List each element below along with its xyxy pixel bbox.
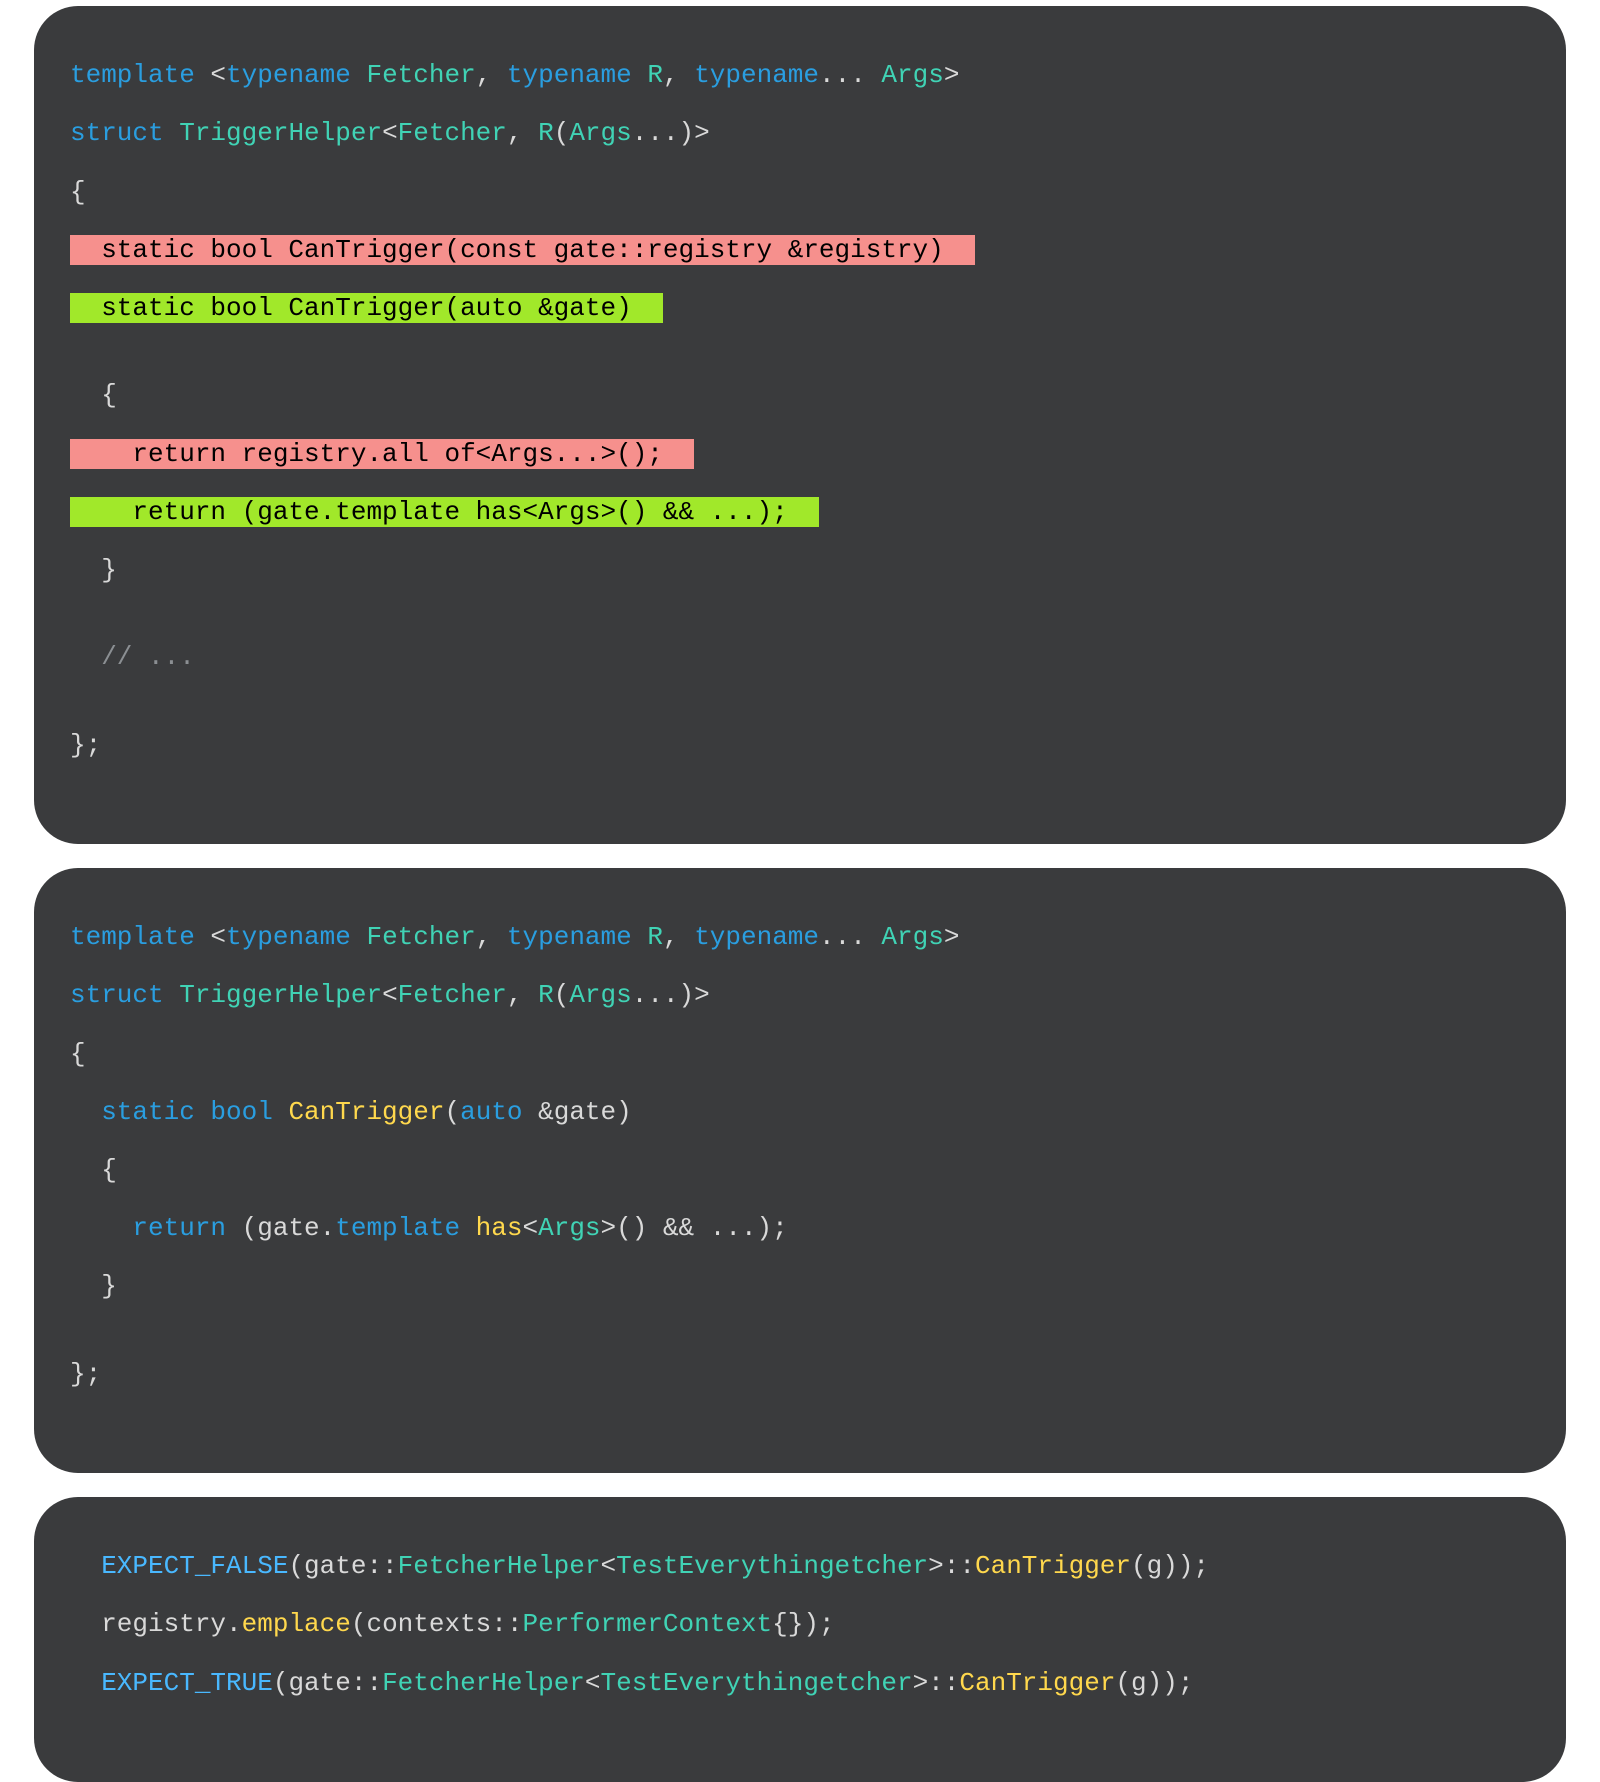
code-line: } (70, 1272, 1530, 1301)
code-panel-diff: template <typename Fetcher, typename R, … (34, 6, 1566, 844)
code-line: { (70, 1040, 1530, 1069)
code-line: { (70, 381, 1530, 410)
code-line: { (70, 1156, 1530, 1185)
code-line: EXPECT_TRUE(gate::FetcherHelper<TestEver… (70, 1669, 1530, 1698)
code-line: } (70, 556, 1530, 585)
code-line: }; (70, 731, 1530, 760)
code-line: template <typename Fetcher, typename R, … (70, 923, 1530, 952)
diff-removed-line: static bool CanTrigger(const gate::regis… (70, 236, 1530, 265)
code-line: EXPECT_FALSE(gate::FetcherHelper<TestEve… (70, 1552, 1530, 1581)
code-line: return (gate.template has<Args>() && ...… (70, 1214, 1530, 1243)
diff-added-line: static bool CanTrigger(auto &gate) (70, 294, 1530, 323)
diff-removed-line: return registry.all of<Args...>(); (70, 440, 1530, 469)
page-root: template <typename Fetcher, typename R, … (0, 0, 1600, 968)
code-panel-resolved: template <typename Fetcher, typename R, … (34, 868, 1566, 1473)
code-line: struct TriggerHelper<Fetcher, R(Args...)… (70, 981, 1530, 1010)
code-line: registry.emplace(contexts::PerformerCont… (70, 1610, 1530, 1639)
code-line: }; (70, 1360, 1530, 1389)
diff-added-line: return (gate.template has<Args>() && ...… (70, 498, 1530, 527)
code-line: struct TriggerHelper<Fetcher, R(Args...)… (70, 119, 1530, 148)
code-panel-tests: EXPECT_FALSE(gate::FetcherHelper<TestEve… (34, 1497, 1566, 1782)
code-line: { (70, 178, 1530, 207)
code-line: template <typename Fetcher, typename R, … (70, 61, 1530, 90)
code-comment: // ... (70, 643, 1530, 672)
code-line: static bool CanTrigger(auto &gate) (70, 1098, 1530, 1127)
